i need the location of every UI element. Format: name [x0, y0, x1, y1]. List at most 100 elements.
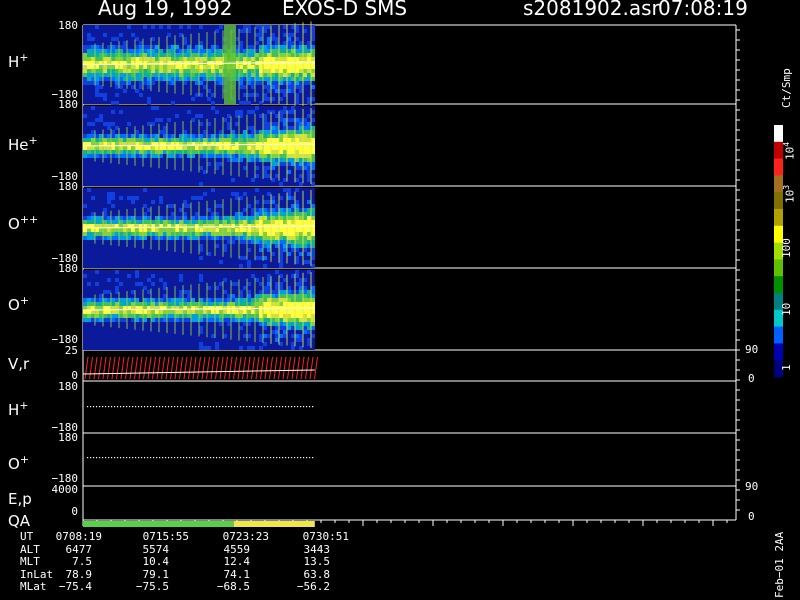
- spectrogram-cell: [99, 114, 103, 118]
- h-line-point: [252, 406, 254, 408]
- colorbar-swatch: [774, 276, 783, 294]
- spectrogram-cell: [199, 244, 203, 248]
- spectrogram-cell: [255, 232, 259, 236]
- spectrogram-cell: [247, 240, 251, 244]
- spectrogram-cell: [87, 232, 91, 236]
- o-line-point: [141, 457, 143, 459]
- spectrogram-cell: [239, 41, 243, 45]
- spectrogram-cell: [143, 236, 147, 240]
- vr-stroke: [161, 356, 165, 380]
- spectrogram-cell: [247, 282, 251, 286]
- spectrogram-cell: [247, 77, 251, 81]
- spectrogram-cell: [231, 282, 235, 286]
- spectrogram-cell: [147, 101, 151, 105]
- spectrogram-cell: [83, 142, 87, 146]
- panel-label-ep: E,p: [8, 490, 32, 508]
- spectrogram-cell: [151, 138, 155, 142]
- spectrogram-cell: [207, 49, 211, 53]
- spectrogram-cell: [207, 302, 211, 306]
- spectrogram-cell: [199, 326, 203, 330]
- spectrogram-cell: [255, 174, 259, 178]
- spectrogram-cell: [83, 134, 87, 138]
- spectrogram-cell: [239, 101, 243, 105]
- h-line-point: [222, 406, 224, 408]
- o-line-point: [195, 457, 197, 459]
- spectrogram-cell: [111, 101, 115, 105]
- spectrogram-cell: [167, 204, 171, 208]
- footer-code: Feb−01 2AA: [773, 531, 786, 598]
- vr-stroke: [224, 356, 228, 380]
- spectrogram-cell: [283, 106, 287, 110]
- o-line-point: [108, 457, 110, 459]
- spectrogram-cell: [239, 49, 243, 53]
- spectrogram-cell: [223, 244, 227, 248]
- spectrogram-cell: [103, 33, 107, 37]
- spectrogram-cell: [199, 57, 203, 61]
- o-line-point: [264, 457, 266, 459]
- h-line-point: [147, 406, 149, 408]
- o-line-point: [90, 457, 92, 459]
- spectrogram-cell: [207, 298, 211, 302]
- spectrogram-cell: [239, 138, 243, 142]
- vr-stroke: [192, 356, 197, 380]
- spectrogram-cell: [183, 236, 187, 240]
- h-line-point: [189, 406, 191, 408]
- spectrogram-cell: [215, 342, 219, 346]
- spectrogram-cell: [135, 310, 139, 314]
- spectrogram-cell: [199, 77, 203, 81]
- spectrogram-cell: [91, 196, 95, 200]
- spectrogram-cell: [87, 314, 91, 318]
- spectrogram-cell: [231, 240, 235, 244]
- spectrogram-cell: [83, 220, 87, 224]
- spectrogram-cell: [251, 178, 255, 182]
- colorbar-label-1000: 103: [782, 184, 797, 203]
- spectrogram-cell: [159, 310, 163, 314]
- spectrogram-cell: [211, 101, 215, 105]
- spectrogram-cell: [239, 45, 243, 49]
- vr-stroke: [309, 356, 314, 380]
- spectrogram-cell: [231, 298, 235, 302]
- vr-stroke: [98, 356, 102, 380]
- spectrogram-cell: [255, 318, 259, 322]
- spectrogram-cell: [167, 77, 171, 81]
- spectrogram-cell: [247, 158, 251, 162]
- spectrogram-cell: [191, 97, 195, 101]
- o-line-point: [207, 457, 209, 459]
- spectrogram-cell: [231, 154, 235, 158]
- spectrogram-cell: [151, 53, 155, 57]
- spectrogram-cell: [247, 302, 251, 306]
- spectrogram-cell: [87, 306, 91, 310]
- spectrogram-cell: [255, 41, 259, 45]
- qa-segment: [233, 521, 315, 527]
- spectrogram-cell: [151, 73, 155, 77]
- spectrogram-cell: [159, 232, 163, 236]
- spectrogram-cell: [175, 154, 179, 158]
- spectrogram-cell: [167, 73, 171, 77]
- spectrogram-cell: [283, 188, 287, 192]
- o-line-point: [246, 457, 248, 459]
- spectrogram-cell: [135, 196, 139, 200]
- h-line-point: [312, 406, 314, 408]
- spectrogram-cell: [143, 212, 147, 216]
- spectrogram-cell: [87, 220, 91, 224]
- o-line-point: [267, 457, 269, 459]
- spectrogram-cell: [83, 53, 87, 57]
- spectrogram-cell: [183, 232, 187, 236]
- spectrogram-cell: [195, 114, 199, 118]
- vr-stroke: [152, 356, 156, 380]
- spectrogram-cell: [183, 302, 187, 306]
- spectrogram-cell: [215, 306, 219, 310]
- spectrogram-cell: [247, 310, 251, 314]
- vr-stroke: [183, 356, 188, 380]
- h-line-point: [240, 406, 242, 408]
- spectrogram-cell: [247, 322, 251, 326]
- spectrogram-cell: [111, 122, 115, 126]
- spectrogram-cell: [139, 282, 143, 286]
- spectrogram-cell: [215, 216, 219, 220]
- spectrogram-cell: [135, 154, 139, 158]
- spectrogram-cell: [215, 228, 219, 232]
- spectrogram-cell: [143, 53, 147, 57]
- spectrogram-cell: [231, 224, 235, 228]
- spectrogram-cell: [175, 61, 179, 65]
- spectrogram-cell: [151, 150, 155, 154]
